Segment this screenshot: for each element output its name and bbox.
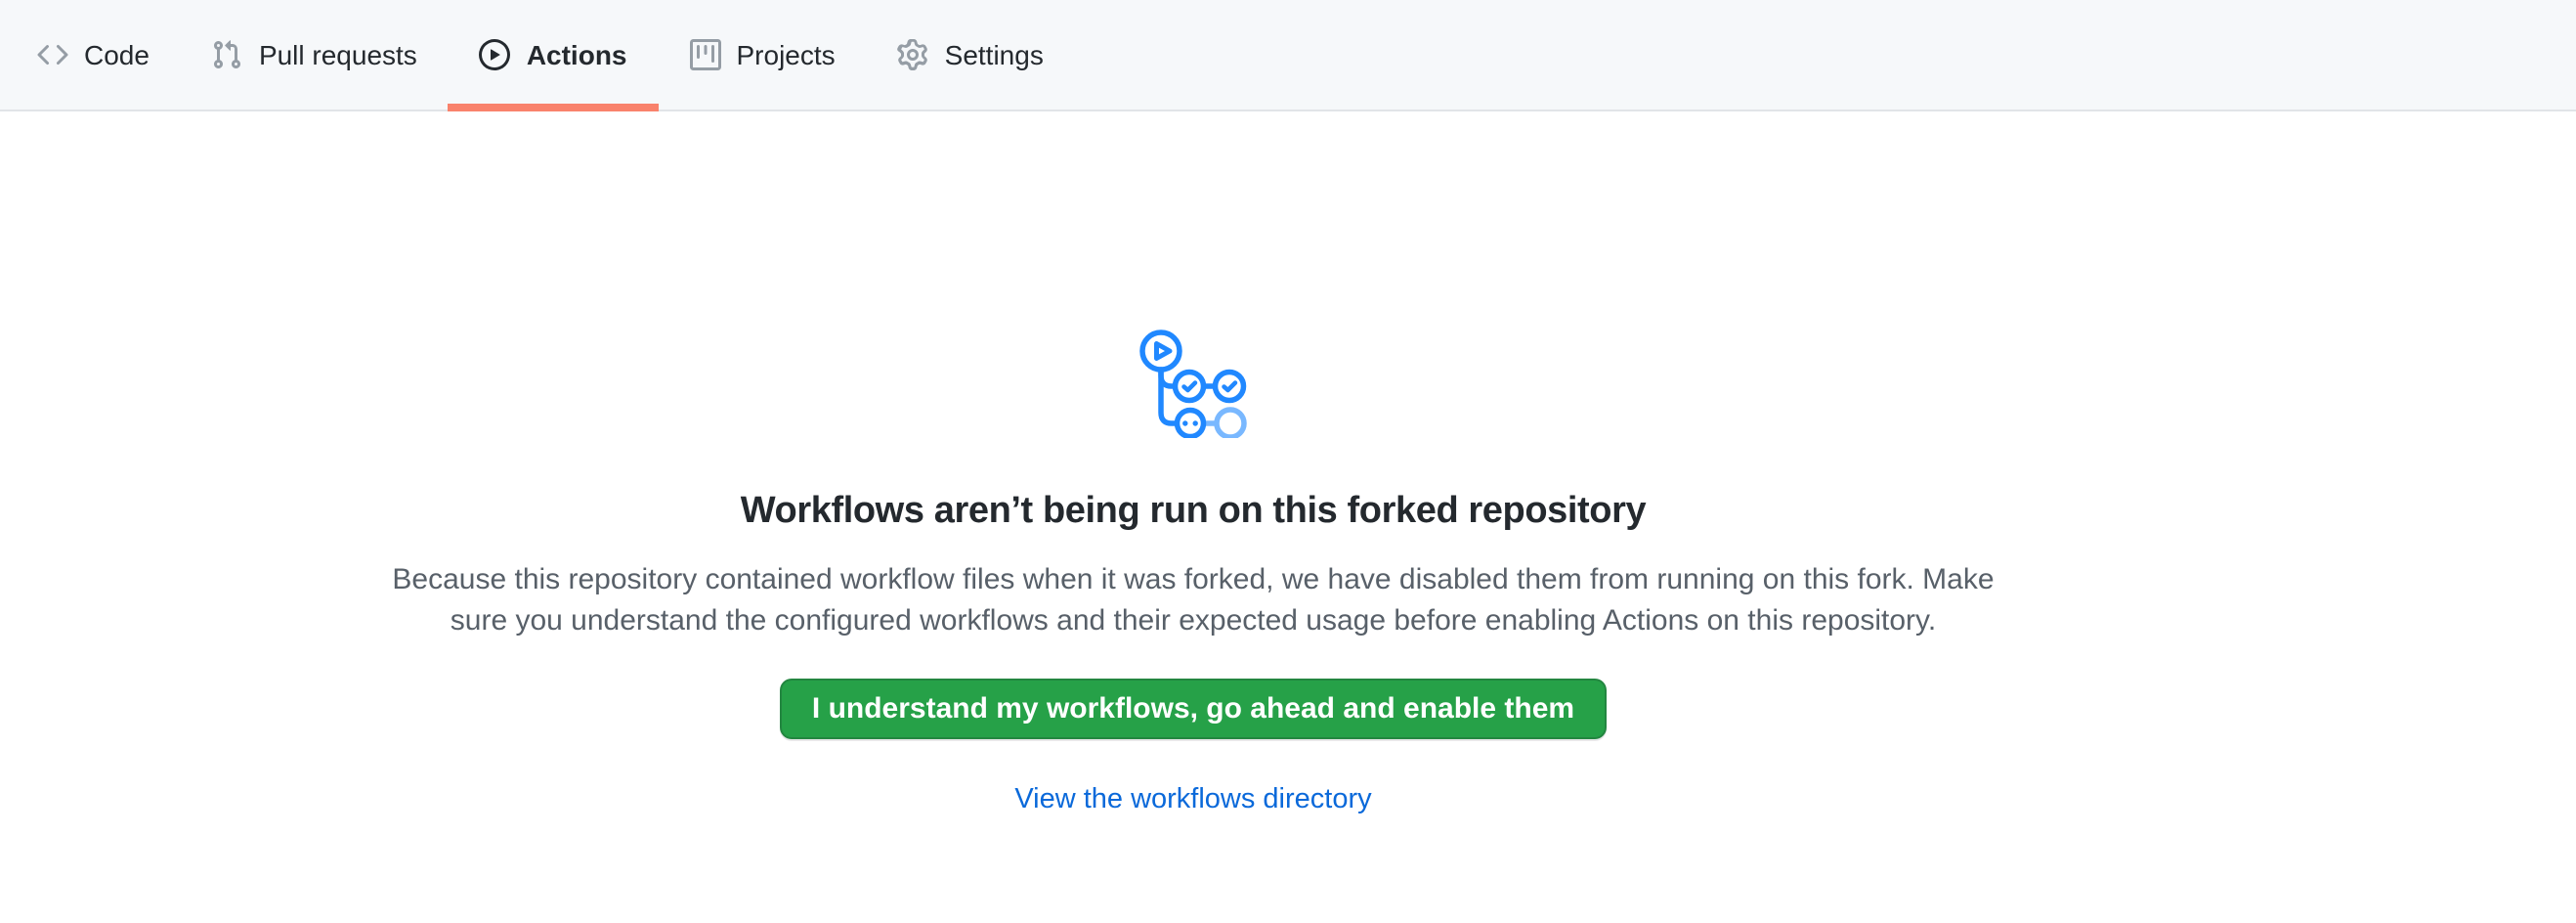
play-circle-icon <box>480 39 511 70</box>
tab-label: Code <box>84 41 150 68</box>
main-content: Workflows aren’t being run on this forke… <box>0 111 2386 814</box>
page: Code Pull requests Actions Projects <box>0 0 2576 923</box>
actions-disabled-blankslate: Workflows aren’t being run on this forke… <box>0 111 2386 814</box>
blankslate-description: Because this repository contained workfl… <box>392 558 1994 642</box>
tab-actions[interactable]: Actions <box>449 0 659 110</box>
enable-workflows-button[interactable]: I understand my workflows, go ahead and … <box>781 678 1606 738</box>
view-workflows-directory-link[interactable]: View the workflows directory <box>1014 783 1371 814</box>
code-icon <box>37 39 68 70</box>
active-tab-underline <box>449 104 659 111</box>
tab-label: Settings <box>945 41 1044 68</box>
gear-icon <box>898 39 929 70</box>
description-line: Because this repository contained workfl… <box>392 558 1994 600</box>
project-board-icon <box>690 39 721 70</box>
tab-label: Projects <box>737 41 836 68</box>
tab-settings[interactable]: Settings <box>867 0 1075 110</box>
description-line: sure you understand the configured workf… <box>392 600 1994 642</box>
tab-label: Actions <box>527 41 627 68</box>
pull-request-icon <box>212 39 243 70</box>
actions-workflow-graph-icon <box>1138 329 1248 438</box>
tab-label: Pull requests <box>259 41 417 68</box>
tab-code[interactable]: Code <box>6 0 181 110</box>
repo-tab-nav: Code Pull requests Actions Projects <box>0 0 2576 111</box>
page-title: Workflows aren’t being run on this forke… <box>741 489 1647 537</box>
tab-projects[interactable]: Projects <box>659 0 867 110</box>
tab-pull-requests[interactable]: Pull requests <box>181 0 449 110</box>
